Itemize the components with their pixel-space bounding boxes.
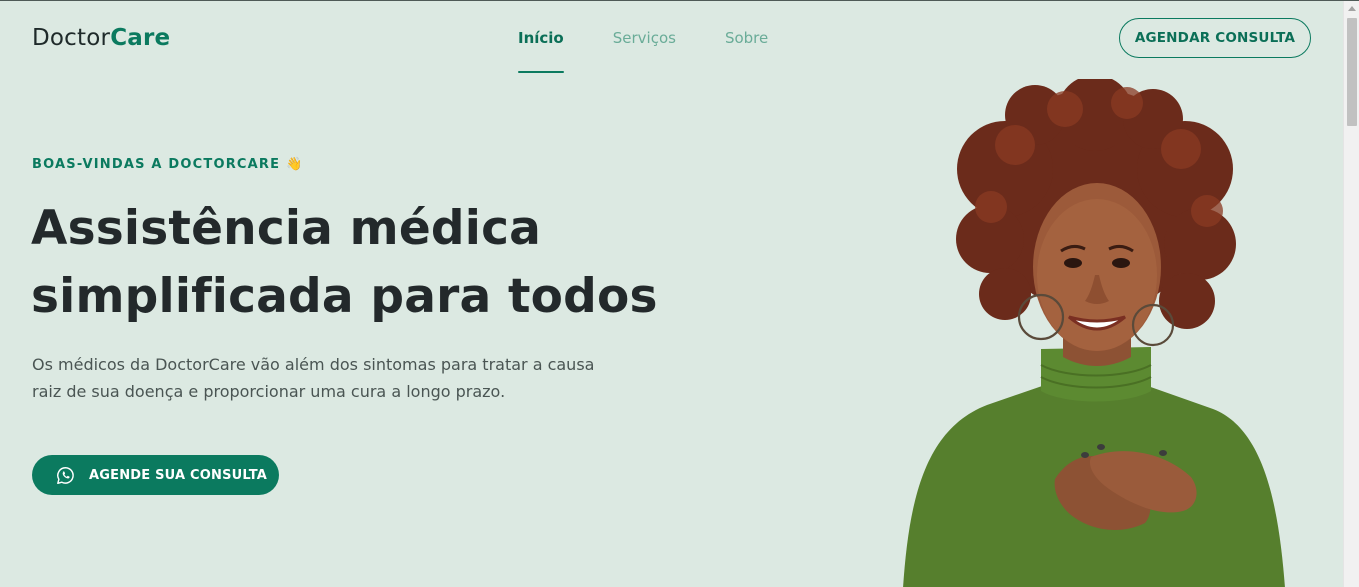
schedule-appointment-button[interactable]: AGENDAR CONSULTA [1119,18,1311,58]
page: DoctorCare Início Serviços Sobre AGENDAR… [0,1,1343,587]
hero-title-line2: simplificada para todos [31,269,658,324]
logo-care: Care [110,25,171,51]
scroll-up-arrow-icon[interactable] [1348,6,1356,11]
nav-servicos[interactable]: Serviços [613,29,676,73]
hero-woman-image [903,79,1285,587]
hero-title-line1: Assistência médica [31,201,542,256]
hero-description-line2: raiz de sua doença e proporcionar uma cu… [32,382,506,401]
logo[interactable]: DoctorCare [32,25,170,51]
hero-title: Assistência médica simplificada para tod… [31,195,671,331]
eyebrow-text: BOAS-VINDAS A DOCTORCARE [32,157,281,172]
main-nav: Início Serviços Sobre [500,29,768,73]
book-consultation-label: AGENDE SUA CONSULTA [89,467,268,483]
hero-description: Os médicos da DoctorCare vão além dos si… [32,351,632,405]
welcome-eyebrow: BOAS-VINDAS A DOCTORCARE 👋 [32,157,304,172]
scroll-thumb[interactable] [1347,18,1357,126]
hero-description-line1: Os médicos da DoctorCare vão além dos si… [32,355,595,374]
waving-hand-icon: 👋 [286,157,304,172]
vertical-scrollbar[interactable] [1343,1,1359,587]
book-consultation-button[interactable]: AGENDE SUA CONSULTA [32,455,279,495]
whatsapp-icon [57,466,74,484]
nav-sobre[interactable]: Sobre [725,29,768,73]
nav-inicio[interactable]: Início [518,29,564,73]
logo-doctor: Doctor [32,25,111,51]
